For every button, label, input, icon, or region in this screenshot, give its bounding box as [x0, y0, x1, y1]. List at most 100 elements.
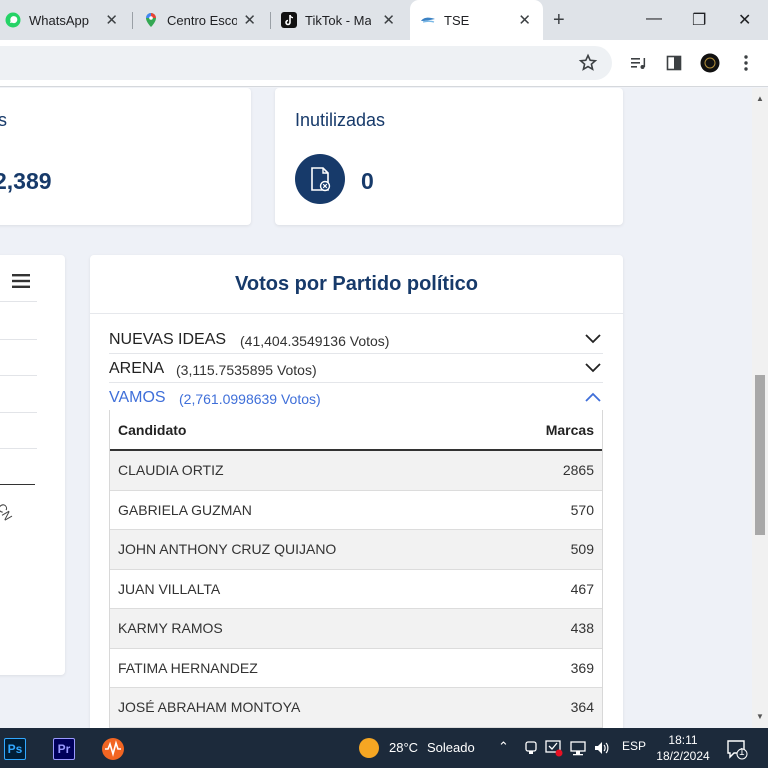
security-alert-icon[interactable] — [545, 739, 563, 757]
browser-toolbar — [0, 40, 768, 87]
candidate-marks: 2865 — [562, 462, 594, 478]
system-clock[interactable]: 18:11 18/2/2024 — [656, 732, 710, 764]
language-indicator[interactable]: ESP — [622, 739, 646, 753]
more-menu-icon[interactable] — [736, 53, 756, 73]
candidate-name: JUAN VILLALTA — [118, 580, 221, 597]
scroll-up-arrow-icon[interactable]: ▲ — [756, 94, 764, 103]
candidate-marks: 570 — [570, 501, 594, 518]
close-icon[interactable]: ✕ — [243, 11, 256, 29]
tab-separator — [270, 12, 271, 29]
network-icon[interactable] — [570, 740, 586, 756]
photoshop-icon[interactable]: Ps — [4, 738, 26, 760]
tab-label: TSE — [444, 12, 470, 28]
candidate-marks: 467 — [570, 580, 594, 597]
bookmark-star-icon[interactable] — [578, 53, 598, 73]
party-row-arena[interactable]: ARENA (3,115.7535895 Votos) — [109, 354, 603, 383]
table-header: Candidato Marcas — [110, 410, 602, 451]
chart-card-partial: CN — [0, 255, 65, 675]
divider — [90, 313, 623, 314]
stat-card-title: Inutilizadas — [295, 110, 386, 130]
maps-pin-icon — [146, 13, 156, 27]
candidate-name: GABRIELA GUZMAN — [118, 501, 252, 518]
windows-taskbar: Ps Pr 28°C Soleado ⌃ ESP 18:11 18/2/2024… — [0, 728, 768, 768]
weather-sun-icon[interactable] — [359, 738, 379, 758]
close-icon[interactable]: ✕ — [382, 11, 395, 29]
tab-centro-escolar[interactable]: Centro Escol ✕ — [143, 0, 268, 40]
clock-time: 18:11 — [668, 733, 698, 747]
grid-line — [0, 339, 37, 340]
votes-by-party-card: Votos por Partido político NUEVAS IDEAS … — [90, 255, 623, 728]
whatsapp-icon — [5, 12, 21, 28]
party-name: ARENA — [109, 360, 165, 377]
minimize-button[interactable]: — — [646, 10, 662, 28]
party-name: NUEVAS IDEAS — [109, 331, 227, 348]
tab-tiktok[interactable]: TikTok - Mak ✕ — [281, 0, 407, 40]
media-control-icon[interactable] — [628, 53, 648, 73]
chevron-down-icon[interactable] — [585, 334, 601, 344]
scroll-down-arrow-icon[interactable]: ▼ — [756, 712, 764, 721]
table-row: GABRIELA GUZMAN 570 — [110, 490, 602, 530]
party-row-vamos[interactable]: VAMOS (2,761.0998639 Votos) — [109, 383, 603, 412]
candidate-marks: 364 — [570, 699, 594, 715]
table-row: JOSÉ ABRAHAM MONTOYA 364 — [110, 688, 602, 728]
candidate-marks: 438 — [570, 620, 594, 636]
candidate-name: JOSÉ ABRAHAM MONTOYA — [118, 699, 301, 715]
stat-card-partial: s 2,389 — [0, 88, 251, 225]
grid-line — [0, 301, 37, 302]
axis-label: CN — [0, 500, 16, 524]
audio-app-icon[interactable] — [101, 737, 125, 761]
table-row: JUAN VILLALTA 467 — [110, 569, 602, 609]
tiktok-icon — [281, 12, 297, 28]
stat-card-value: 2,389 — [0, 168, 52, 194]
stat-card-value: 0 — [361, 168, 374, 194]
party-row-nuevas-ideas[interactable]: NUEVAS IDEAS (41,404.3549136 Votos) — [109, 325, 603, 354]
volume-icon[interactable] — [594, 740, 610, 756]
column-header-candidate[interactable]: Candidato — [118, 422, 186, 438]
candidate-marks: 369 — [570, 659, 594, 676]
restore-button[interactable]: ❐ — [692, 10, 706, 30]
tse-icon — [421, 17, 435, 23]
party-votes: (3,115.7535895 Votos) — [176, 362, 317, 378]
tab-separator — [132, 12, 133, 29]
tab-whatsapp[interactable]: WhatsApp ✕ — [5, 0, 130, 40]
grid-line — [0, 412, 37, 413]
candidate-name: CLAUDIA ORTIZ — [118, 462, 224, 478]
meet-now-icon[interactable] — [524, 740, 538, 756]
grid-line — [0, 448, 37, 449]
address-bar[interactable] — [0, 46, 612, 80]
close-icon[interactable]: ✕ — [518, 11, 531, 29]
side-panel-icon[interactable] — [664, 53, 684, 73]
candidate-name: FATIMA HERNANDEZ — [118, 659, 258, 676]
close-window-button[interactable]: ✕ — [738, 10, 751, 30]
weather-condition[interactable]: Soleado — [427, 740, 475, 755]
party-votes: (2,761.0998639 Votos) — [179, 391, 321, 407]
party-votes: (41,404.3549136 Votos) — [240, 333, 390, 349]
candidate-name: KARMY RAMOS — [118, 620, 223, 636]
party-name: VAMOS — [109, 389, 166, 406]
column-header-marks[interactable]: Marcas — [546, 422, 594, 438]
tab-label: Centro Escol — [167, 12, 237, 28]
votes-card-title: Votos por Partido político — [235, 273, 478, 295]
candidate-marks: 509 — [570, 541, 594, 557]
premiere-icon[interactable]: Pr — [53, 738, 75, 760]
stat-card-inutilizadas: Inutilizadas 0 — [275, 88, 623, 225]
profile-avatar-icon[interactable] — [700, 53, 720, 73]
close-icon[interactable]: ✕ — [105, 11, 118, 29]
table-row: CLAUDIA ORTIZ 2865 — [110, 451, 602, 491]
scrollbar-thumb[interactable] — [755, 375, 765, 535]
candidate-name: JOHN ANTHONY CRUZ QUIJANO — [118, 541, 337, 557]
document-icon — [295, 154, 345, 204]
table-row: FATIMA HERNANDEZ 369 — [110, 648, 602, 688]
tab-label: WhatsApp — [29, 12, 89, 28]
new-tab-button[interactable]: + — [553, 9, 565, 32]
chevron-down-icon[interactable] — [585, 363, 601, 373]
weather-temperature[interactable]: 28°C — [389, 740, 418, 755]
chevron-up-icon[interactable] — [585, 392, 601, 402]
tray-chevron-up-icon[interactable]: ⌃ — [498, 739, 509, 755]
grid-line — [0, 375, 37, 376]
hamburger-menu-icon[interactable] — [12, 273, 30, 289]
tab-tse[interactable]: TSE ✕ — [410, 0, 543, 40]
table-row: KARMY RAMOS 438 — [110, 609, 602, 649]
page-scrollbar[interactable]: ▲ ▼ — [752, 88, 768, 728]
clock-date: 18/2/2024 — [656, 749, 710, 763]
